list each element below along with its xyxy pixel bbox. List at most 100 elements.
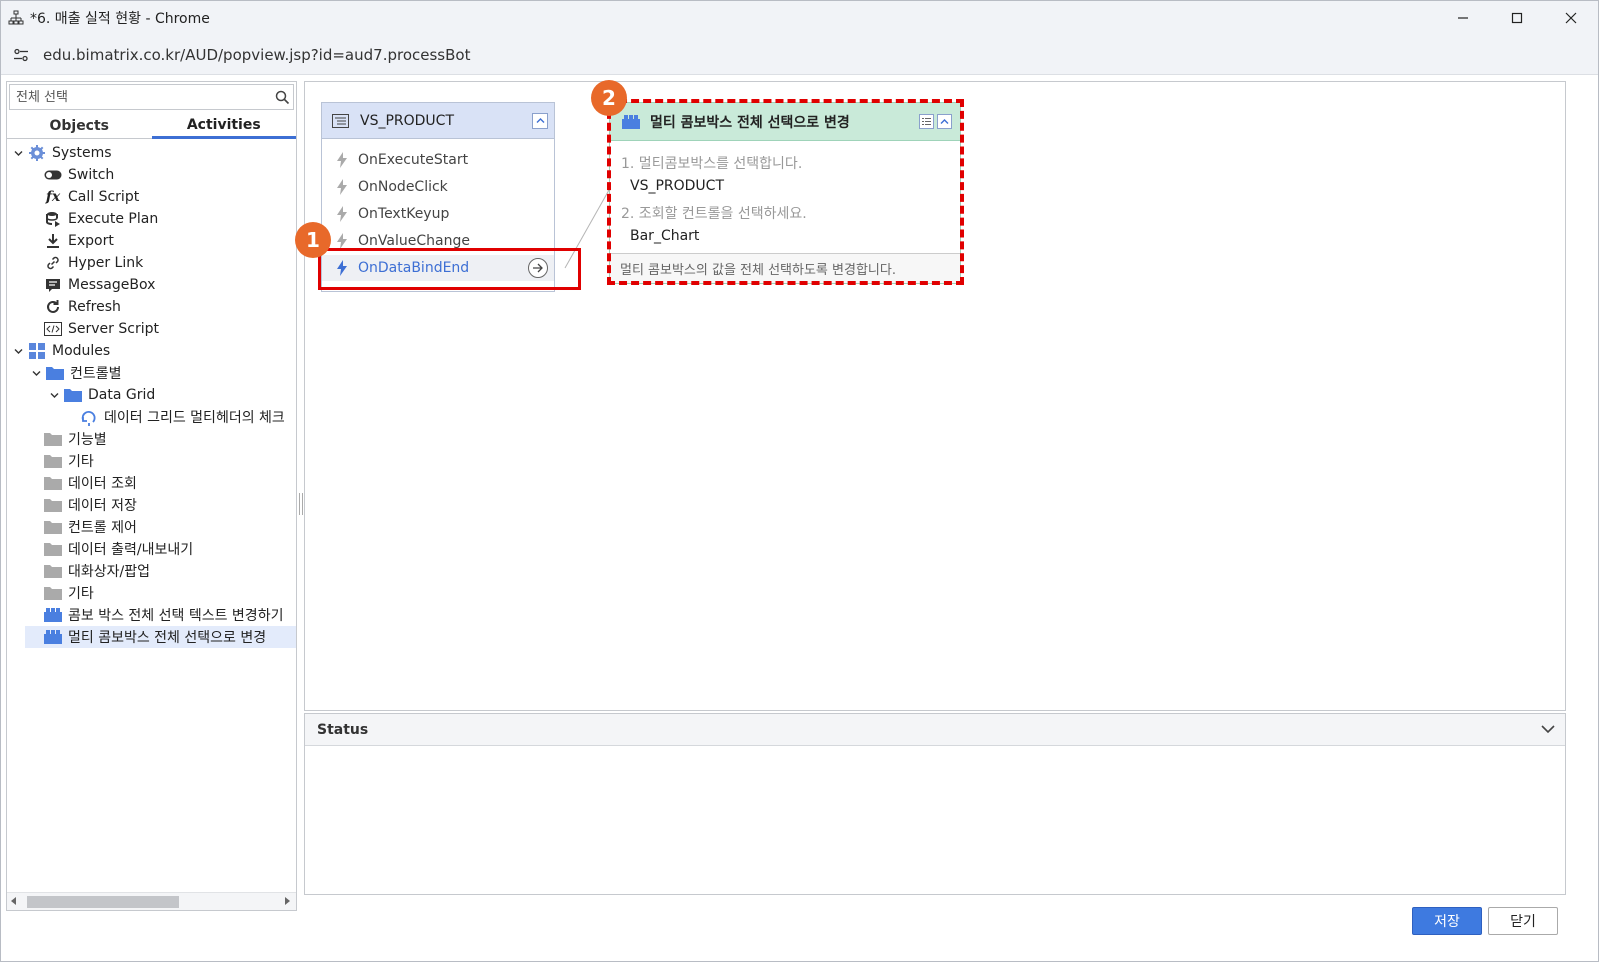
- window-title: *6. 매출 실적 현황 - Chrome: [30, 11, 210, 27]
- module-block-icon: [43, 628, 63, 646]
- object-node-header: VS_PRODUCT: [322, 103, 554, 139]
- tree-label: 데이터 그리드 멀티헤더의 체크: [104, 410, 285, 426]
- tree-label: 멀티 콤보박스 전체 선택으로 변경: [68, 630, 267, 646]
- chevron-down-icon[interactable]: [47, 391, 61, 400]
- title-bar: *6. 매출 실적 현황 - Chrome: [1, 1, 1598, 35]
- lightning-icon: [334, 206, 350, 222]
- lightning-icon: [334, 179, 350, 195]
- event-on-node-click[interactable]: OnNodeClick: [322, 174, 554, 200]
- tree-item-server-script[interactable]: Server Script: [43, 318, 296, 340]
- tree-label: Server Script: [68, 321, 159, 337]
- tree-node-control-group[interactable]: 컨트롤별: [29, 362, 296, 384]
- module-block-icon: [43, 606, 63, 624]
- tree-folder-etc-2[interactable]: 기타: [43, 582, 296, 604]
- folder-icon: [43, 430, 63, 448]
- tree-item-hyper-link[interactable]: Hyper Link: [43, 252, 296, 274]
- chevron-down-icon[interactable]: [11, 149, 25, 158]
- status-title: Status: [317, 721, 369, 738]
- tree-folder-feature[interactable]: 기능별: [43, 428, 296, 450]
- gear-icon: [27, 144, 47, 162]
- tree-label: 데이터 조회: [68, 476, 137, 492]
- chevron-down-icon[interactable]: [29, 369, 43, 378]
- scroll-thumb[interactable]: [27, 896, 179, 908]
- tree-folder-etc[interactable]: 기타: [43, 450, 296, 472]
- tree-label: 데이터 저장: [68, 498, 137, 514]
- tree-label: 컨트롤별: [70, 366, 122, 382]
- code-icon: [43, 320, 63, 338]
- folder-icon: [43, 518, 63, 536]
- folder-icon: [63, 386, 83, 404]
- tree-folder-data-save[interactable]: 데이터 저장: [43, 494, 296, 516]
- event-label: OnValueChange: [358, 233, 470, 249]
- event-label: OnTextKeyup: [358, 206, 450, 222]
- tree-folder-output-export[interactable]: 데이터 출력/내보내기: [43, 538, 296, 560]
- status-panel: Status: [304, 713, 1566, 895]
- collapse-button[interactable]: [532, 112, 548, 129]
- tree-label: Systems: [52, 145, 112, 161]
- chevron-down-icon[interactable]: [11, 347, 25, 356]
- scroll-left-icon[interactable]: [11, 897, 16, 905]
- tree-label: 기타: [68, 586, 94, 602]
- tree-item-refresh[interactable]: Refresh: [43, 296, 296, 318]
- tab-activities[interactable]: Activities: [151, 113, 296, 139]
- step-badge-1: 1: [295, 222, 331, 258]
- dialog-buttons: 저장 닫기: [1412, 907, 1558, 935]
- tree-node-modules[interactable]: Modules: [11, 340, 296, 362]
- search-icon[interactable]: [271, 90, 293, 105]
- highlight-box-2: [607, 99, 964, 285]
- save-button[interactable]: 저장: [1412, 907, 1482, 935]
- refresh-icon: [43, 298, 63, 316]
- folder-icon: [43, 474, 63, 492]
- tree-item-multi-combo-select-all[interactable]: 멀티 콤보박스 전체 선택으로 변경: [25, 626, 296, 648]
- tree-item-export[interactable]: Export: [43, 230, 296, 252]
- tree-node-data-grid[interactable]: Data Grid: [47, 384, 296, 406]
- step-badge-2: 2: [591, 80, 627, 116]
- panel-splitter[interactable]: [299, 493, 303, 515]
- url-text[interactable]: edu.bimatrix.co.kr/AUD/popview.jsp?id=au…: [43, 46, 470, 64]
- site-settings-icon[interactable]: [11, 45, 31, 65]
- tree-item-combo-text[interactable]: 콤보 박스 전체 선택 텍스트 변경하기: [43, 604, 296, 626]
- app-window: *6. 매출 실적 현황 - Chrome edu.bimatrix.co.kr…: [0, 0, 1599, 962]
- loop-icon: [79, 408, 99, 426]
- maximize-button[interactable]: [1490, 1, 1544, 35]
- tree-node-systems[interactable]: Systems: [11, 142, 296, 164]
- tree-folder-dialog-popup[interactable]: 대화상자/팝업: [43, 560, 296, 582]
- tree-label: Switch: [68, 167, 115, 183]
- search-box: [9, 84, 294, 110]
- link-icon: [43, 254, 63, 272]
- tree-item-call-script[interactable]: fx Call Script: [43, 186, 296, 208]
- event-on-execute-start[interactable]: OnExecuteStart: [322, 147, 554, 173]
- search-input[interactable]: [10, 85, 271, 109]
- tree-item-messagebox[interactable]: MessageBox: [43, 274, 296, 296]
- tree-view-icon: [332, 113, 352, 129]
- status-header[interactable]: Status: [305, 714, 1565, 746]
- tree-label: Execute Plan: [68, 211, 159, 227]
- activity-panel: Objects Activities Systems Switch fx Cal…: [6, 81, 297, 911]
- close-window-button[interactable]: [1544, 1, 1598, 35]
- folder-icon: [43, 496, 63, 514]
- tab-objects[interactable]: Objects: [7, 113, 152, 139]
- tree-item-execute-plan[interactable]: Execute Plan: [43, 208, 296, 230]
- folder-icon: [45, 364, 65, 382]
- tree-label: 기능별: [68, 432, 107, 448]
- tree-label: 컨트롤 제어: [68, 520, 137, 536]
- database-icon: [43, 210, 63, 228]
- tree-label: Refresh: [68, 299, 121, 315]
- minimize-icon: [1458, 17, 1468, 19]
- tree-label: Modules: [52, 343, 111, 359]
- close-button[interactable]: 닫기: [1488, 907, 1558, 935]
- horizontal-scrollbar[interactable]: [7, 892, 296, 910]
- tree-item-data-grid-multiheader[interactable]: 데이터 그리드 멀티헤더의 체크: [79, 406, 296, 428]
- minimize-button[interactable]: [1436, 1, 1490, 35]
- flow-canvas[interactable]: VS_PRODUCT OnExecuteStart OnNodeClick On…: [295, 80, 1566, 711]
- tree-item-switch[interactable]: Switch: [43, 164, 296, 186]
- function-icon: fx: [45, 189, 61, 205]
- tree-folder-control[interactable]: 컨트롤 제어: [43, 516, 296, 538]
- tree-folder-data-query[interactable]: 데이터 조회: [43, 472, 296, 494]
- scroll-right-icon[interactable]: [285, 897, 290, 905]
- event-label: OnExecuteStart: [358, 152, 469, 168]
- chevron-down-icon[interactable]: [1541, 722, 1555, 738]
- grid-icon: [27, 342, 47, 360]
- object-node-name: VS_PRODUCT: [360, 112, 455, 129]
- event-on-text-keyup[interactable]: OnTextKeyup: [322, 201, 554, 227]
